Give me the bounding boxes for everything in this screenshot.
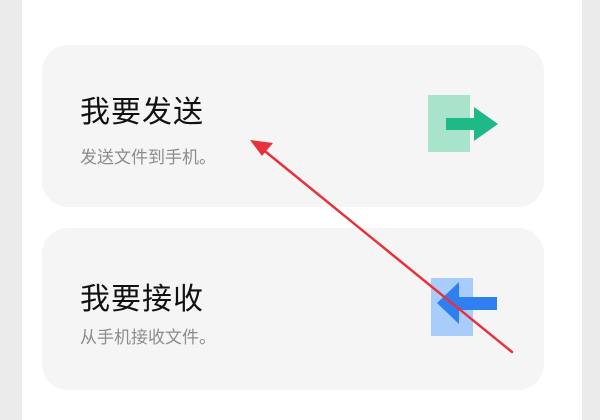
- receive-file-icon: [427, 272, 497, 338]
- send-file-icon: [428, 93, 498, 157]
- receive-file-card[interactable]: 我要接收 从手机接收文件。: [42, 228, 544, 390]
- receive-card-title: 我要接收: [80, 282, 204, 317]
- receive-card-subtitle: 从手机接收文件。: [80, 328, 216, 348]
- send-card-subtitle: 发送文件到手机。: [80, 148, 216, 168]
- send-file-card[interactable]: 我要发送 发送文件到手机。: [42, 45, 544, 207]
- send-card-title: 我要发送: [80, 95, 204, 130]
